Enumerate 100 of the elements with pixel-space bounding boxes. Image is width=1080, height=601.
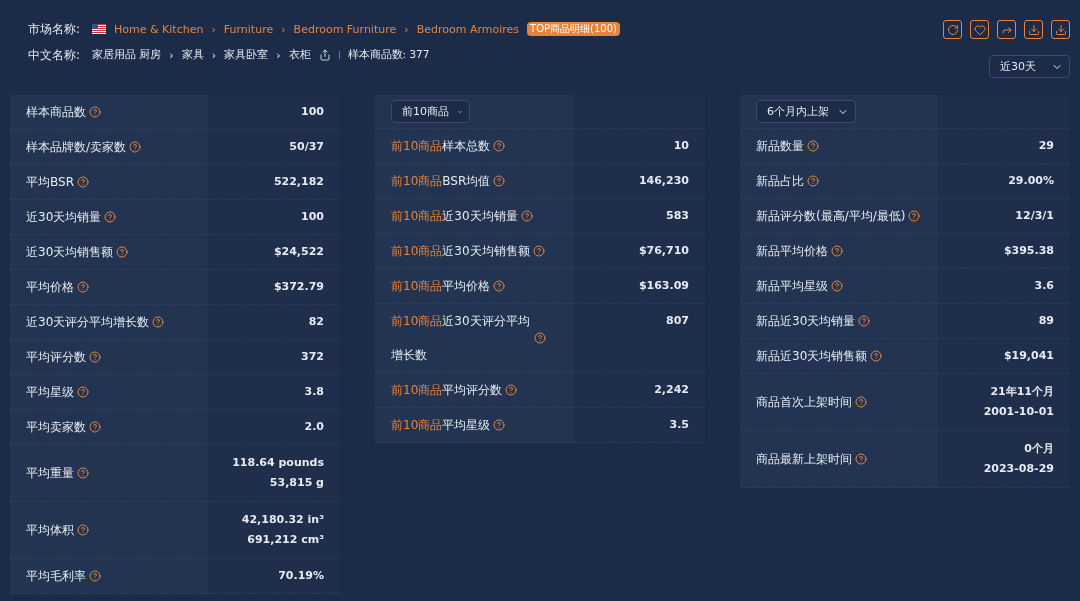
metric-label: 前10商品近30天均销量 — [391, 208, 518, 225]
breadcrumb-separator: › — [211, 22, 216, 36]
metric-value: 2.0 — [304, 419, 324, 435]
share-button[interactable] — [997, 20, 1016, 39]
help-icon[interactable] — [89, 421, 101, 433]
help-icon[interactable] — [831, 245, 843, 257]
help-icon[interactable] — [908, 210, 921, 222]
help-icon[interactable] — [855, 453, 867, 465]
breadcrumb-link[interactable]: Bedroom Furniture — [293, 22, 397, 36]
metric-label: 前10商品近30天评分平均增长数 — [391, 313, 531, 364]
metric-label: 前10商品样本总数 — [391, 138, 491, 155]
metric-label: 近30天均销量 — [26, 209, 102, 226]
metric-label: 新品平均价格 — [756, 243, 828, 260]
breadcrumb-link[interactable]: Bedroom Armoires — [416, 22, 520, 36]
market-label: 市场名称: — [28, 20, 82, 38]
help-icon[interactable] — [870, 350, 883, 362]
help-icon[interactable] — [89, 570, 101, 582]
metric-value: 2001-10-01 — [983, 404, 1054, 420]
metric-value: 522,182 — [273, 174, 324, 190]
help-icon[interactable] — [807, 140, 819, 152]
help-icon[interactable] — [855, 396, 867, 408]
metric-value: 100 — [301, 209, 324, 225]
metric-value: 53,815 g — [269, 475, 324, 491]
help-icon[interactable] — [104, 211, 117, 223]
metric-label: 近30天评分平均增长数 — [26, 314, 150, 331]
download-button[interactable] — [1024, 20, 1043, 39]
filter-select[interactable]: 前10商品 — [391, 100, 470, 123]
metric-label: 平均毛利率 — [26, 568, 86, 585]
metric-value: 146,230 — [638, 173, 689, 189]
help-icon[interactable] — [505, 384, 518, 396]
metric-label: 新品近30天均销售额 — [756, 348, 868, 365]
metric-value: 89 — [1038, 313, 1054, 329]
metric-label: 新品近30天均销量 — [756, 313, 856, 330]
period-select[interactable]: 近30天 — [989, 55, 1070, 78]
metric-value: 29 — [1038, 138, 1054, 154]
help-icon[interactable] — [129, 141, 142, 153]
help-icon[interactable] — [152, 316, 165, 328]
refresh-button[interactable] — [943, 20, 962, 39]
metric-label: 平均体积 — [26, 522, 74, 539]
metric-value: 3.8 — [304, 384, 324, 400]
breadcrumb-separator: › — [211, 48, 217, 62]
category-name: 家具卧室 — [224, 48, 269, 62]
metric-value: 12/3/1 — [1015, 208, 1054, 224]
category-name: 家具 — [181, 48, 204, 62]
help-icon[interactable] — [116, 246, 129, 258]
download-icon — [1054, 23, 1067, 36]
metric-value: 50/37 — [289, 139, 324, 155]
metric-label: 新品评分数(最高/平均/最低) — [756, 208, 906, 225]
metric-value: 29.00% — [1008, 173, 1054, 189]
filter-select[interactable]: 6个月内上架 — [756, 100, 856, 123]
help-icon[interactable] — [520, 210, 533, 222]
metric-value: $19,041 — [1003, 348, 1054, 364]
help-icon[interactable] — [831, 280, 843, 292]
help-icon[interactable] — [532, 245, 545, 257]
help-icon[interactable] — [858, 315, 871, 327]
metric-value: 807 — [666, 313, 689, 329]
breadcrumb-separator: › — [281, 22, 286, 36]
metric-value: 42,180.32 in³ — [241, 512, 324, 528]
help-icon[interactable] — [493, 140, 506, 152]
metric-value: 2,242 — [654, 382, 689, 398]
metric-value: 583 — [666, 208, 689, 224]
flag-icon — [92, 24, 106, 34]
metric-value: 100 — [301, 104, 324, 120]
help-icon[interactable] — [89, 351, 101, 363]
metric-value: 372 — [301, 349, 324, 365]
metric-label: 新品占比 — [756, 173, 804, 190]
metric-value: 2023-08-29 — [983, 461, 1054, 477]
breadcrumb-link[interactable]: Furniture — [223, 22, 274, 36]
help-icon[interactable] — [89, 106, 101, 118]
help-icon[interactable] — [493, 175, 506, 187]
help-icon[interactable] — [807, 175, 819, 187]
help-icon[interactable] — [77, 524, 89, 536]
metric-label: 平均价格 — [26, 279, 74, 296]
download-icon — [1027, 23, 1040, 36]
chinese-name-label: 中文名称: — [28, 46, 82, 64]
metric-value: 21年11个月 — [990, 384, 1054, 400]
favorite-button[interactable] — [970, 20, 989, 39]
metric-label: 平均重量 — [26, 465, 74, 482]
heart-icon — [973, 23, 986, 36]
metric-label: 平均卖家数 — [26, 419, 86, 436]
help-icon[interactable] — [77, 467, 89, 479]
metric-label: 平均评分数 — [26, 349, 86, 366]
help-icon[interactable] — [77, 176, 89, 188]
help-icon[interactable] — [493, 419, 506, 431]
share-icon[interactable] — [318, 49, 331, 61]
category-name: 家居用品 厨房 — [92, 48, 162, 62]
category-name: 衣柜 — [288, 48, 311, 62]
help-icon[interactable] — [534, 332, 546, 344]
metric-value: 0个月 — [1024, 441, 1054, 457]
help-icon[interactable] — [77, 386, 89, 398]
metric-label: 前10商品平均星级 — [391, 417, 491, 434]
metric-label: 平均BSR — [26, 174, 74, 191]
metric-label: 商品首次上架时间 — [756, 394, 852, 411]
metric-value: 70.19% — [278, 568, 324, 584]
metric-label: 样本品牌数/卖家数 — [26, 139, 127, 156]
metric-label: 前10商品近30天均销售额 — [391, 243, 530, 260]
help-icon[interactable] — [77, 281, 89, 293]
breadcrumb-link[interactable]: Home & Kitchen — [114, 22, 204, 36]
download-button[interactable] — [1051, 20, 1070, 39]
help-icon[interactable] — [493, 280, 506, 292]
